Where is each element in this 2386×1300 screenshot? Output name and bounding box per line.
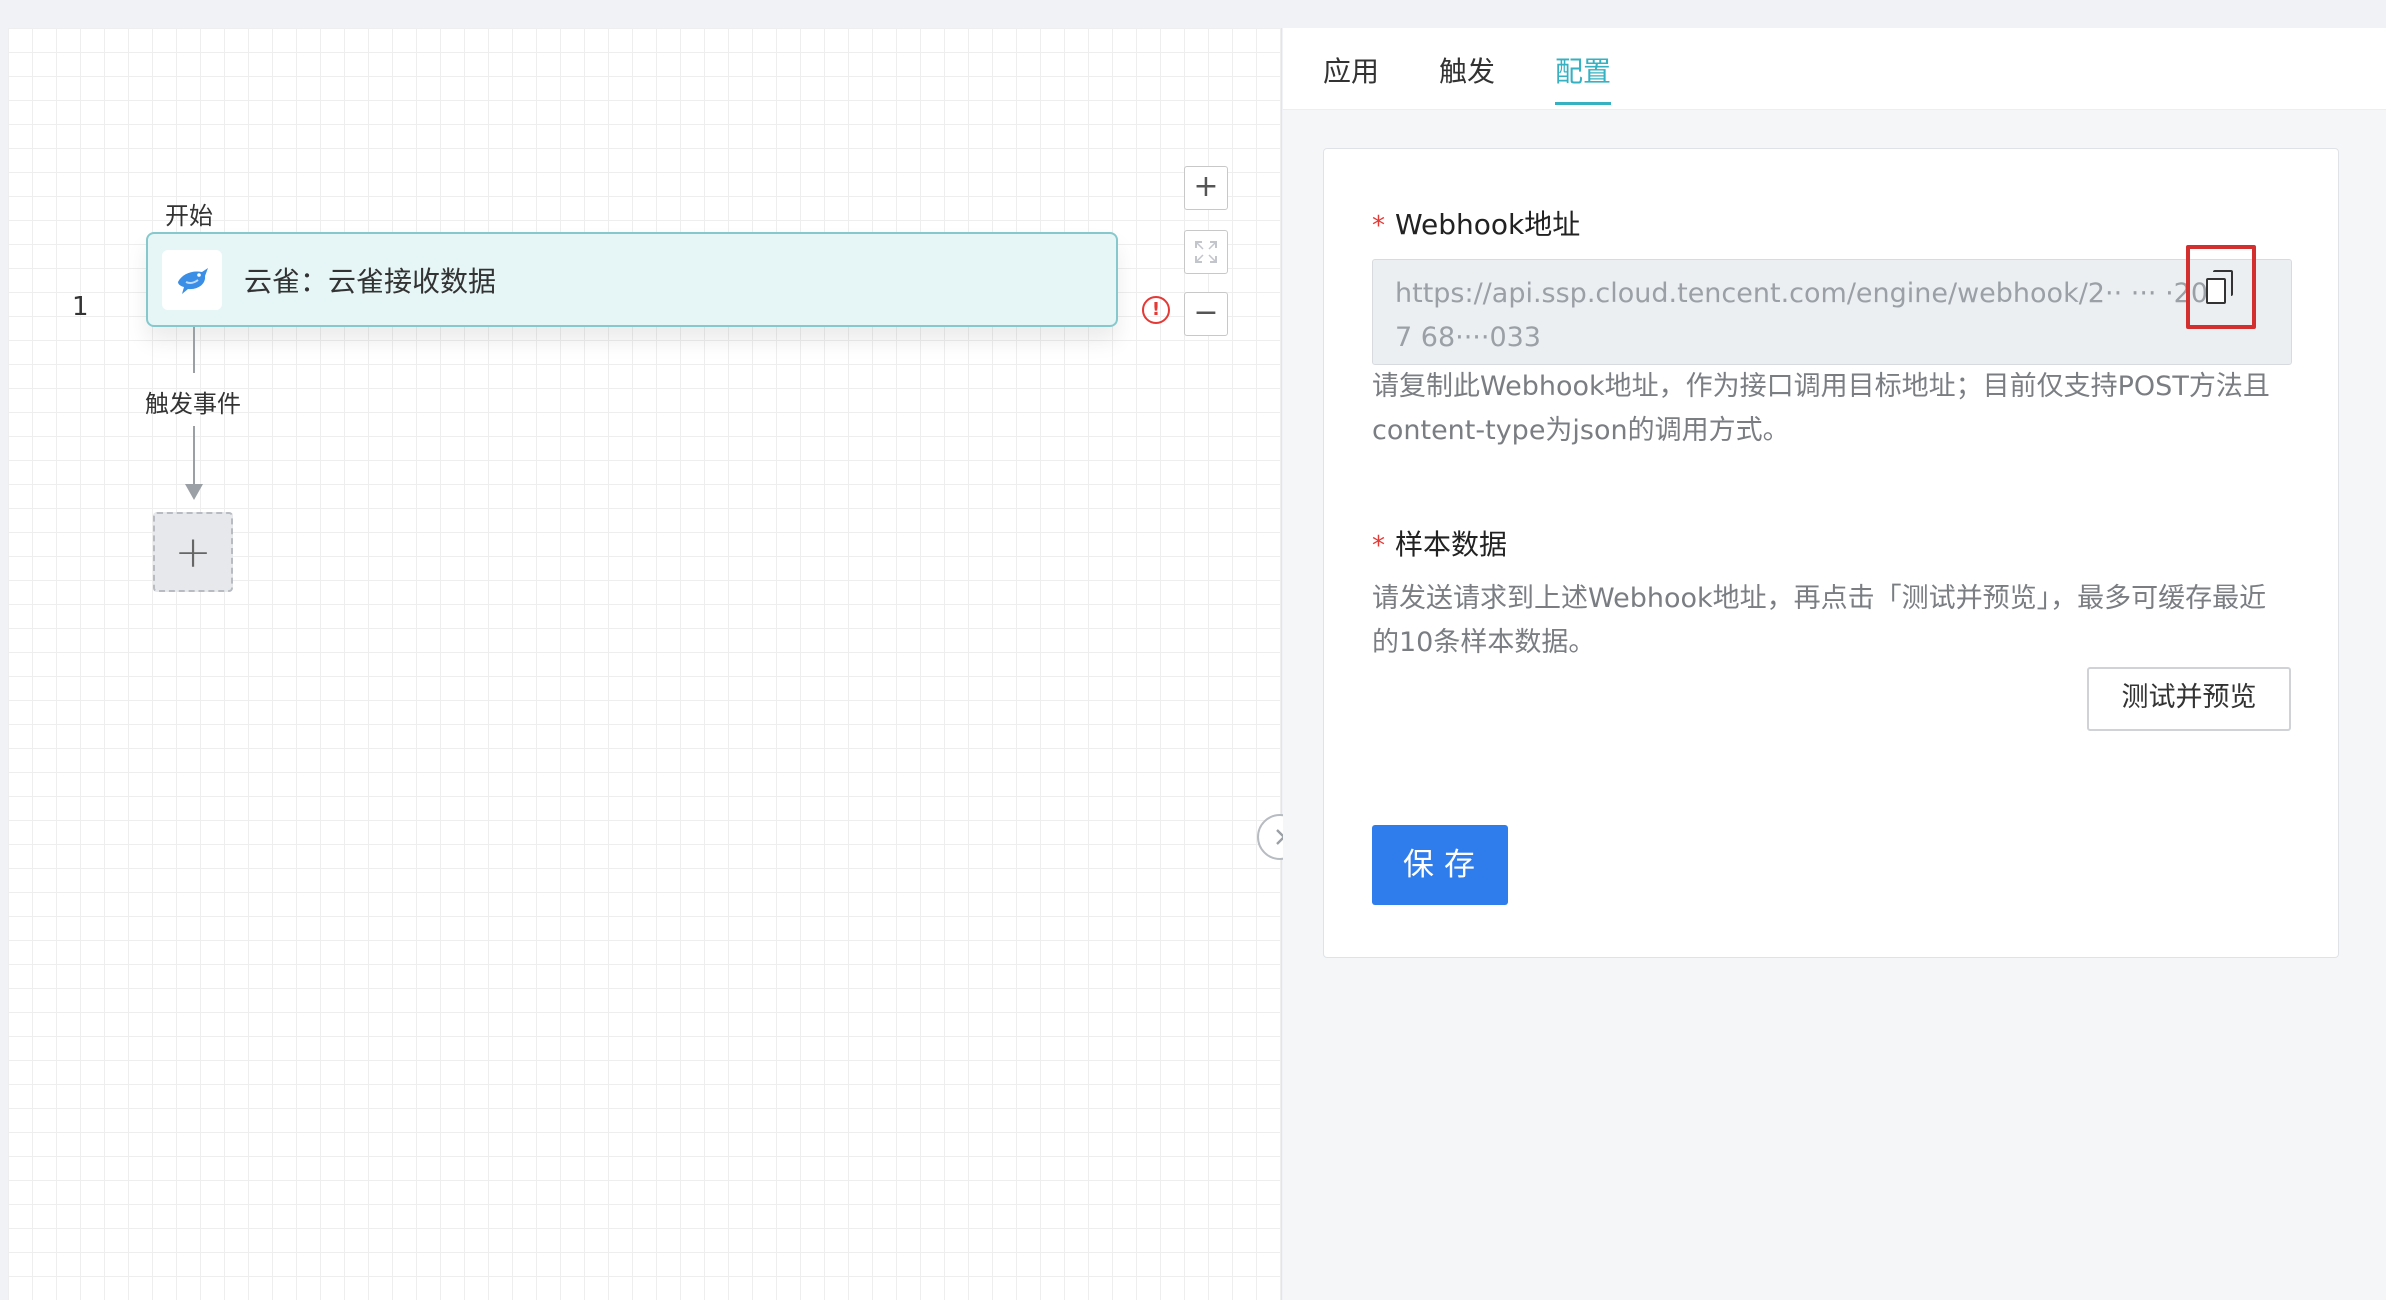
sample-label-text: 样本数据 xyxy=(1395,528,1508,561)
flow-canvas[interactable]: 开始 1 云雀：云雀接收数据 触发事件 + ! + − xyxy=(8,28,1282,1300)
step-index: 1 xyxy=(72,292,89,322)
required-mark: * xyxy=(1372,531,1385,561)
add-node-button[interactable]: + xyxy=(153,512,233,592)
connector-line xyxy=(193,426,195,486)
zoom-in-button[interactable]: + xyxy=(1184,166,1228,210)
config-card: * Webhook地址 https://api.ssp.cloud.tencent… xyxy=(1323,148,2339,958)
flow-node-yunque[interactable]: 云雀：云雀接收数据 xyxy=(146,232,1118,327)
error-circle-icon[interactable]: ! xyxy=(1142,296,1170,324)
test-preview-button[interactable]: 测试并预览 xyxy=(2087,667,2291,731)
zoom-out-button[interactable]: − xyxy=(1184,292,1228,336)
node-title: 云雀：云雀接收数据 xyxy=(244,264,497,298)
copy-url-button[interactable] xyxy=(2186,245,2256,329)
app-root: 开始 1 云雀：云雀接收数据 触发事件 + ! + − 应用 触发 配置 * W… xyxy=(0,0,2386,1300)
save-button[interactable]: 保存 xyxy=(1372,825,1508,905)
trigger-event-label: 触发事件 xyxy=(145,390,241,418)
tab-config[interactable]: 配置 xyxy=(1555,50,1612,105)
expand-icon xyxy=(1195,241,1217,263)
tab-apply[interactable]: 应用 xyxy=(1323,50,1379,102)
webhook-label-text: Webhook地址 xyxy=(1395,208,1581,241)
connector-line xyxy=(193,327,195,373)
sample-hint: 请发送请求到上述Webhook地址，再点击「测试并预览」，最多可缓存最近的10条… xyxy=(1372,583,2267,658)
bird-icon xyxy=(162,249,222,310)
required-mark: * xyxy=(1372,211,1385,241)
config-panel: 应用 触发 配置 * Webhook地址 https://api.ssp.clou… xyxy=(1283,28,2386,1300)
webhook-field-label: * Webhook地址 xyxy=(1372,203,1580,243)
webhook-url-field[interactable]: https://api.ssp.cloud.tencent.com/engine… xyxy=(1372,259,2292,365)
start-label: 开始 xyxy=(165,202,213,230)
copy-icon xyxy=(2206,270,2236,304)
webhook-hint: 请复制此Webhook地址，作为接口调用目标地址；目前仅支持POST方法且con… xyxy=(1372,371,2270,446)
sample-field-label: * 样本数据 xyxy=(1372,523,1507,563)
fit-view-button[interactable] xyxy=(1184,230,1228,274)
arrow-down-icon xyxy=(185,484,203,500)
tab-trigger[interactable]: 触发 xyxy=(1439,50,1495,102)
tab-bar: 应用 触发 配置 xyxy=(1283,28,2386,110)
